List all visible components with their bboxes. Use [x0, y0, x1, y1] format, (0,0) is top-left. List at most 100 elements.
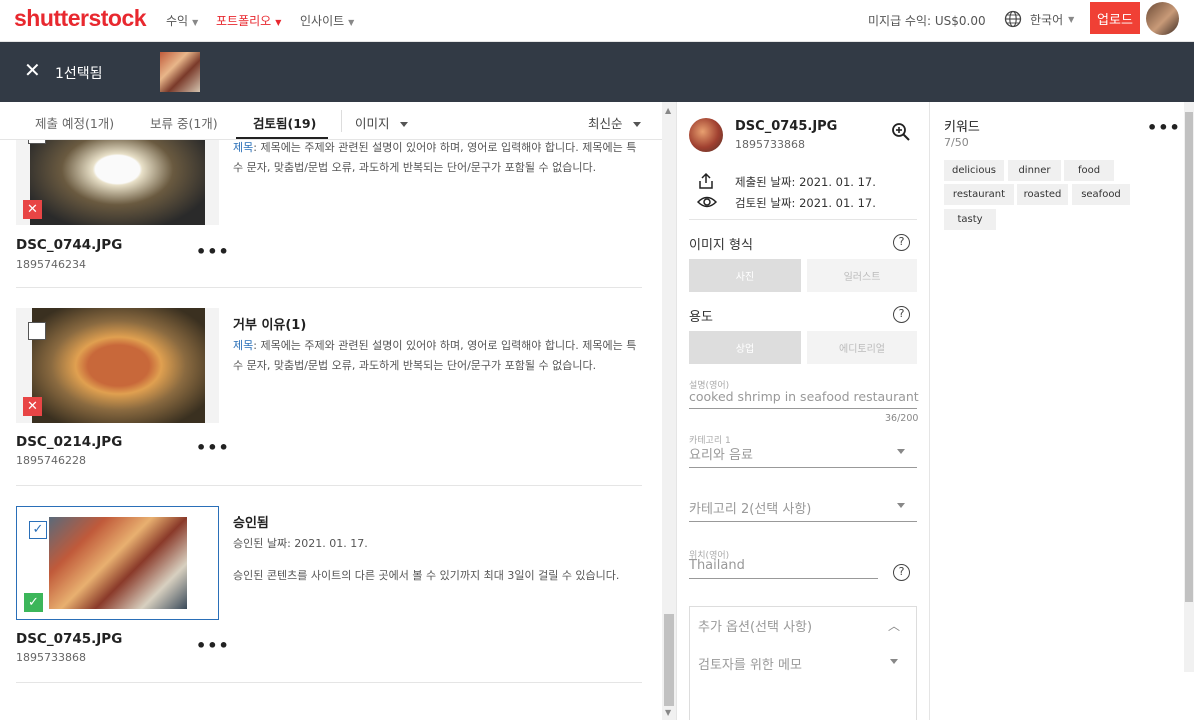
item-id: 1895746228 [16, 454, 86, 467]
selected-count: 1선택됨 [55, 66, 103, 82]
usage-editorial[interactable]: 에디토리얼 [807, 331, 917, 364]
approved-date: 승인된 날짜: 2021. 01. 17. [233, 537, 368, 550]
keywords-panel: 키워드 7/50 ••• delicious dinner food resta… [931, 102, 1184, 720]
language-selector[interactable]: 한국어 ▼ [1004, 10, 1074, 28]
image-type-label: 이미지 형식 [689, 238, 753, 253]
selected-thumbnail[interactable] [160, 52, 200, 92]
detail-scrollbar[interactable] [1184, 102, 1194, 672]
select-checkbox[interactable] [28, 140, 46, 144]
divider [16, 682, 642, 683]
upload-icon [699, 172, 713, 189]
image-type-photo[interactable]: 사진 [689, 259, 801, 292]
tab-to-submit[interactable]: 제출 예정(1개) [35, 113, 114, 132]
extra-options-panel: 추가 옵션(선택 사항) ︿ 검토자를 위한 메모 [689, 606, 917, 720]
more-options-icon[interactable]: ••• [1147, 118, 1181, 137]
caret-down-icon [632, 122, 641, 127]
nav-earnings[interactable]: 수익 ▼ [166, 12, 198, 29]
usage-commercial[interactable]: 상업 [689, 331, 801, 364]
more-options-icon[interactable]: ••• [196, 438, 230, 457]
upload-button[interactable]: 업로드 [1090, 2, 1140, 34]
chevron-up-icon[interactable]: ︿ [888, 617, 900, 634]
rejected-badge: ✕ [23, 397, 42, 416]
item-thumbnail[interactable]: ✕ [16, 308, 219, 423]
rejection-reasons-title: 거부 이유(1) [233, 318, 307, 333]
chevron-down-icon: ▼ [1068, 14, 1075, 24]
field-underline [689, 467, 917, 468]
zoom-in-icon[interactable] [891, 122, 911, 142]
caret-down-icon[interactable] [897, 449, 905, 454]
help-icon[interactable]: ? [893, 234, 910, 251]
nav-insights-label: 인사이트 [300, 14, 345, 28]
help-icon[interactable]: ? [893, 306, 910, 323]
list-scrollbar[interactable]: ▲ ▼ [662, 102, 676, 720]
reason-field-label[interactable]: 제목 [233, 339, 253, 352]
language-label: 한국어 [1030, 12, 1064, 27]
image-type-illustration[interactable]: 일러스트 [807, 259, 917, 292]
more-options-icon[interactable]: ••• [196, 242, 230, 261]
approved-status-title: 승인됨 [233, 516, 269, 531]
close-icon[interactable]: ✕ [24, 60, 41, 80]
sort-label: 최신순 [588, 116, 623, 131]
nav-insights[interactable]: 인사이트 ▼ [300, 12, 354, 29]
tab-reviewed[interactable]: 검토됨(19) [253, 113, 316, 132]
keyword-chip[interactable]: delicious [944, 160, 1004, 181]
keyword-chip[interactable]: tasty [944, 209, 996, 230]
keyword-chip[interactable]: food [1064, 160, 1114, 181]
item-thumbnail[interactable]: ✓ ✓ [16, 506, 219, 620]
nav-portfolio-label: 포트폴리오 [216, 14, 272, 28]
nav-portfolio[interactable]: 포트폴리오 ▼ [216, 12, 281, 29]
reason-field-label[interactable]: 제목 [233, 141, 253, 154]
more-options-icon[interactable]: ••• [196, 636, 230, 655]
detail-id: 1895733868 [735, 138, 805, 151]
reviewer-note-label[interactable]: 검토자를 위한 메모 [698, 654, 802, 673]
unpaid-earnings[interactable]: 미지급 수익: US$0.00 [868, 12, 986, 29]
field-underline [689, 408, 917, 409]
item-thumbnail[interactable]: ✕ [16, 140, 219, 225]
description-input[interactable]: cooked shrimp in seafood restaurant [689, 389, 919, 404]
reason-description: : 제목에는 주제와 관련된 설명이 있어야 하며, 영어로 입력해야 합니다.… [233, 339, 637, 372]
caret-down-icon[interactable] [890, 659, 898, 664]
divider [689, 219, 917, 220]
item-filename: DSC_0745.JPG [16, 631, 123, 647]
keyword-chip[interactable]: dinner [1008, 160, 1061, 181]
reviewed-date: 검토된 날짜: 2021. 01. 17. [735, 196, 876, 210]
media-type-filter-label: 이미지 [355, 116, 390, 131]
category2-select[interactable]: 카테고리 2(선택 사항) [689, 498, 811, 517]
scroll-down-icon[interactable]: ▼ [665, 708, 671, 717]
caret-down-icon[interactable] [897, 503, 905, 508]
item-id: 1895733868 [16, 651, 86, 664]
extra-options-toggle[interactable]: 추가 옵션(선택 사항) [698, 616, 812, 635]
chevron-down-icon: ▼ [192, 18, 199, 27]
eye-icon [697, 196, 717, 208]
tab-divider [341, 110, 342, 132]
chevron-down-icon: ▼ [275, 18, 282, 27]
rejection-reason-text: 제목: 제목에는 주제와 관련된 설명이 있어야 하며, 영어로 입력해야 합니… [233, 140, 643, 178]
category1-select[interactable]: 요리와 음료 [689, 444, 753, 463]
chevron-down-icon: ▼ [348, 18, 355, 27]
reason-description: : 제목에는 주제와 관련된 설명이 있어야 하며, 영어로 입력해야 합니다.… [233, 141, 637, 174]
keywords-title: 키워드 [944, 120, 980, 135]
caret-down-icon [399, 122, 408, 127]
item-filename: DSC_0214.JPG [16, 434, 123, 450]
keyword-chip[interactable]: roasted [1017, 184, 1068, 205]
scrollbar-thumb[interactable] [664, 614, 674, 706]
selection-bar: ✕ 1선택됨 [0, 42, 1194, 102]
select-checkbox[interactable]: ✓ [29, 521, 47, 539]
select-checkbox[interactable] [28, 322, 46, 340]
food-photo [49, 517, 187, 609]
shutterstock-logo[interactable]: shutterstock [14, 5, 147, 32]
sort-dropdown[interactable]: 최신순 [588, 113, 641, 132]
help-icon[interactable]: ? [893, 564, 910, 581]
scroll-up-icon[interactable]: ▲ [665, 106, 671, 115]
media-type-filter[interactable]: 이미지 [355, 113, 408, 132]
keyword-chip[interactable]: seafood [1072, 184, 1130, 205]
location-input[interactable]: Thailand [689, 558, 745, 573]
approved-note: 승인된 콘텐츠를 사이트의 다른 곳에서 볼 수 있기까지 최대 3일이 걸릴 … [233, 569, 620, 582]
scrollbar-thumb[interactable] [1185, 112, 1193, 602]
tab-pending[interactable]: 보류 중(1개) [150, 113, 218, 132]
tab-bar: 제출 예정(1개) 보류 중(1개) 검토됨(19) 이미지 최신순 [0, 102, 676, 140]
rejected-badge: ✕ [23, 200, 42, 219]
avatar[interactable] [1146, 2, 1179, 35]
keyword-chip[interactable]: restaurant [944, 184, 1014, 205]
divider [16, 287, 642, 288]
